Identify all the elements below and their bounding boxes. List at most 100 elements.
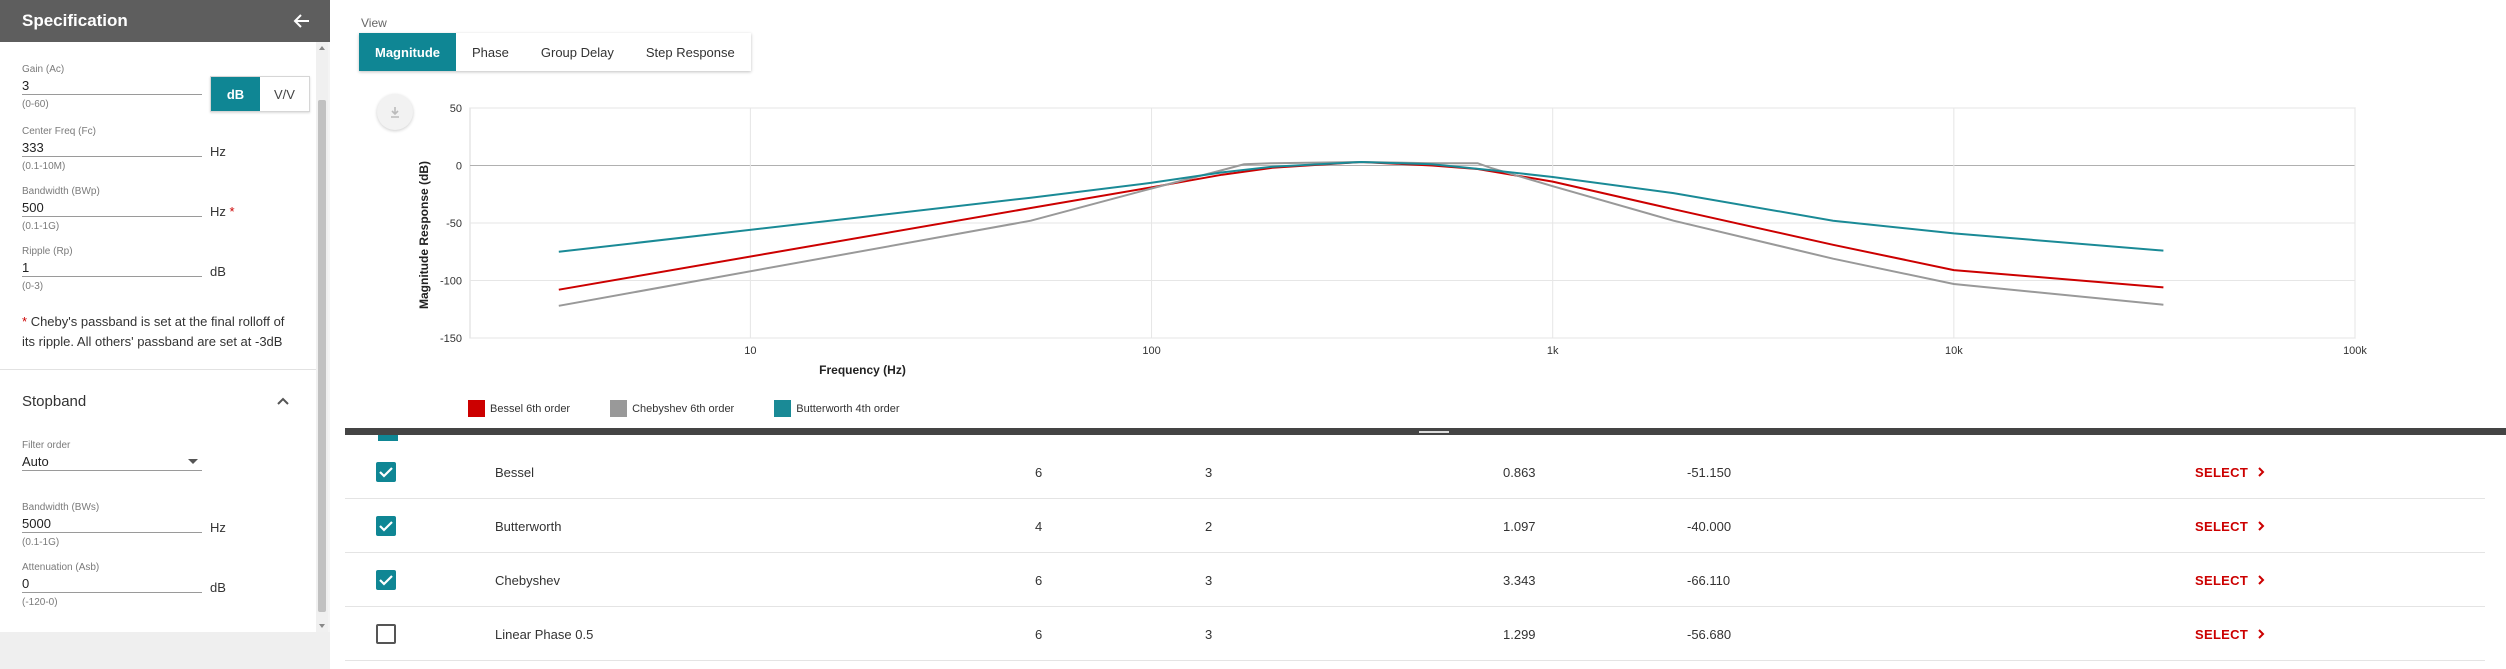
tab-group-delay[interactable]: Group Delay bbox=[525, 33, 630, 71]
view-label: View bbox=[361, 16, 387, 30]
bandwidth-input[interactable]: 500 bbox=[22, 198, 202, 217]
gain-label: Gain (Ac) bbox=[22, 64, 65, 75]
partial-row-checkbox[interactable] bbox=[378, 435, 398, 441]
magnitude-chart: 50 0 -50 -100 -150 10 100 1k 10k 100k Frequency (H… bbox=[417, 103, 2367, 377]
gain-input[interactable]: 3 bbox=[22, 76, 202, 95]
cell-name: Chebyshev bbox=[495, 572, 561, 588]
tab-phase[interactable]: Phase bbox=[456, 33, 525, 71]
cell-name: Butterworth bbox=[495, 518, 562, 534]
cell-q: 1.299 bbox=[1503, 626, 1536, 642]
filter-order-label: Filter order bbox=[22, 440, 71, 451]
scrollbar-thumb[interactable] bbox=[318, 100, 326, 612]
required-mark: * bbox=[229, 204, 235, 219]
chart-legend: Bessel 6th order Chebyshev 6th order Butte… bbox=[468, 400, 940, 417]
ripple-field[interactable]: Ripple (Rp) 1 (0-3) bbox=[22, 246, 202, 292]
vv-toggle-option[interactable]: V/V bbox=[260, 77, 309, 111]
y-axis-label: Magnitude Response (dB) bbox=[417, 161, 431, 309]
cell-name: Linear Phase 0.5 bbox=[495, 626, 594, 642]
stop-bandwidth-field[interactable]: Bandwidth (BWs) 5000 (0.1-1G) bbox=[22, 502, 202, 548]
stop-bandwidth-hint: (0.1-1G) bbox=[22, 537, 60, 548]
cell-order: 4 bbox=[1035, 518, 1043, 534]
bandwidth-field[interactable]: Bandwidth (BWp) 500 (0.1-1G) bbox=[22, 186, 202, 232]
center-freq-input[interactable]: 333 bbox=[22, 138, 202, 157]
chevron-right-icon bbox=[2258, 629, 2265, 639]
legend-label: Bessel 6th order bbox=[490, 402, 571, 415]
checkmark-icon bbox=[379, 521, 393, 532]
filter-design-app: Specification Gain (Ac) 3 (0-60) Center … bbox=[0, 0, 2506, 669]
chevron-right-icon bbox=[2258, 467, 2265, 477]
select-button[interactable]: SELECT bbox=[2195, 607, 2266, 661]
x-tick-label: 100 bbox=[1142, 345, 1160, 357]
scroll-up-icon[interactable] bbox=[319, 46, 325, 50]
stop-bandwidth-label: Bandwidth (BWs) bbox=[22, 502, 100, 513]
chevron-up-icon[interactable] bbox=[276, 394, 290, 408]
panel-header: Specification bbox=[0, 0, 330, 42]
stopband-title: Stopband bbox=[22, 393, 87, 410]
stop-bandwidth-unit: Hz bbox=[210, 520, 226, 535]
legend-item[interactable]: Chebyshev 6th order bbox=[610, 400, 734, 417]
attenuation-input[interactable]: 0 bbox=[22, 574, 202, 593]
filter-results-table: Bessel 6 3 0.863 -51.150 SELECT Butterworth 4 2 1… bbox=[345, 435, 2485, 669]
select-button[interactable]: SELECT bbox=[2195, 499, 2266, 553]
row-checkbox[interactable] bbox=[376, 462, 396, 482]
cell-stages: 2 bbox=[1205, 518, 1213, 534]
scroll-down-icon[interactable] bbox=[319, 624, 325, 628]
cell-stages: 3 bbox=[1205, 464, 1213, 480]
cell-atten: -40.000 bbox=[1687, 518, 1732, 534]
table-row: Chebyshev 6 3 3.343 -66.110 SELECT bbox=[345, 553, 2485, 607]
select-label: SELECT bbox=[2195, 572, 2249, 588]
legend-item[interactable]: Bessel 6th order bbox=[468, 400, 570, 417]
stop-bandwidth-input[interactable]: 5000 bbox=[22, 514, 202, 533]
row-checkbox[interactable] bbox=[376, 624, 396, 644]
attenuation-unit: dB bbox=[210, 580, 226, 595]
cell-order: 6 bbox=[1035, 572, 1043, 588]
panel-title: Specification bbox=[22, 11, 128, 30]
x-tick-label: 1k bbox=[1547, 345, 1559, 357]
legend-item[interactable]: Butterworth 4th order bbox=[774, 400, 900, 417]
filter-order-select[interactable]: Filter order Auto bbox=[22, 440, 202, 471]
cell-atten: -51.150 bbox=[1687, 464, 1732, 480]
gain-hint: (0-60) bbox=[22, 99, 49, 110]
bandwidth-label: Bandwidth (BWp) bbox=[22, 186, 100, 197]
gain-unit-toggle[interactable]: dB V/V bbox=[210, 76, 310, 112]
select-button[interactable]: SELECT bbox=[2195, 553, 2266, 607]
y-tick-label: -100 bbox=[440, 276, 462, 288]
filter-order-value[interactable]: Auto bbox=[22, 452, 202, 471]
cell-order: 6 bbox=[1035, 626, 1043, 642]
tab-step-response[interactable]: Step Response bbox=[630, 33, 751, 71]
x-tick-label: 10 bbox=[744, 345, 756, 357]
db-toggle-option[interactable]: dB bbox=[211, 77, 260, 111]
panel-scrollbar[interactable] bbox=[316, 42, 328, 632]
legend-swatch bbox=[774, 400, 792, 417]
checkmark-icon bbox=[379, 575, 393, 586]
row-checkbox[interactable] bbox=[376, 516, 396, 536]
cell-name: Bessel bbox=[495, 464, 535, 480]
note-mark: * bbox=[22, 314, 28, 329]
splitter-grip[interactable] bbox=[1419, 431, 1449, 433]
tab-magnitude[interactable]: Magnitude bbox=[359, 33, 456, 71]
x-tick-label: 100k bbox=[2343, 345, 2367, 357]
gain-field[interactable]: Gain (Ac) 3 (0-60) bbox=[22, 64, 202, 110]
bandwidth-unit-text: Hz bbox=[210, 204, 226, 219]
select-label: SELECT bbox=[2195, 464, 2249, 480]
center-freq-label: Center Freq (Fc) bbox=[22, 126, 96, 137]
cell-stages: 3 bbox=[1205, 572, 1213, 588]
view-tabs: Magnitude Phase Group Delay Step Response bbox=[359, 33, 751, 71]
arrow-left-icon[interactable] bbox=[290, 9, 314, 33]
attenuation-field[interactable]: Attenuation (Asb) 0 (-120-0) bbox=[22, 562, 202, 608]
cell-atten: -56.680 bbox=[1687, 626, 1732, 642]
center-freq-field[interactable]: Center Freq (Fc) 333 (0.1-10M) bbox=[22, 126, 202, 172]
attenuation-hint: (-120-0) bbox=[22, 597, 58, 608]
ripple-input[interactable]: 1 bbox=[22, 258, 202, 277]
x-tick-label: 10k bbox=[1945, 345, 1963, 357]
row-checkbox[interactable] bbox=[376, 570, 396, 590]
legend-swatch bbox=[610, 400, 628, 417]
cell-q: 1.097 bbox=[1503, 518, 1536, 534]
note-text: Cheby's passband is set at the final rol… bbox=[22, 314, 285, 349]
panel-body: Gain (Ac) 3 (0-60) Center Freq (Fc) 333 … bbox=[0, 42, 316, 632]
specification-panel: Specification Gain (Ac) 3 (0-60) Center … bbox=[0, 0, 330, 669]
select-button[interactable]: SELECT bbox=[2195, 445, 2266, 499]
cell-q: 3.343 bbox=[1503, 572, 1536, 588]
table-row: Linear Phase 0.5 6 3 1.299 -56.680 SELECT bbox=[345, 607, 2485, 661]
panel-splitter[interactable] bbox=[345, 428, 2506, 435]
